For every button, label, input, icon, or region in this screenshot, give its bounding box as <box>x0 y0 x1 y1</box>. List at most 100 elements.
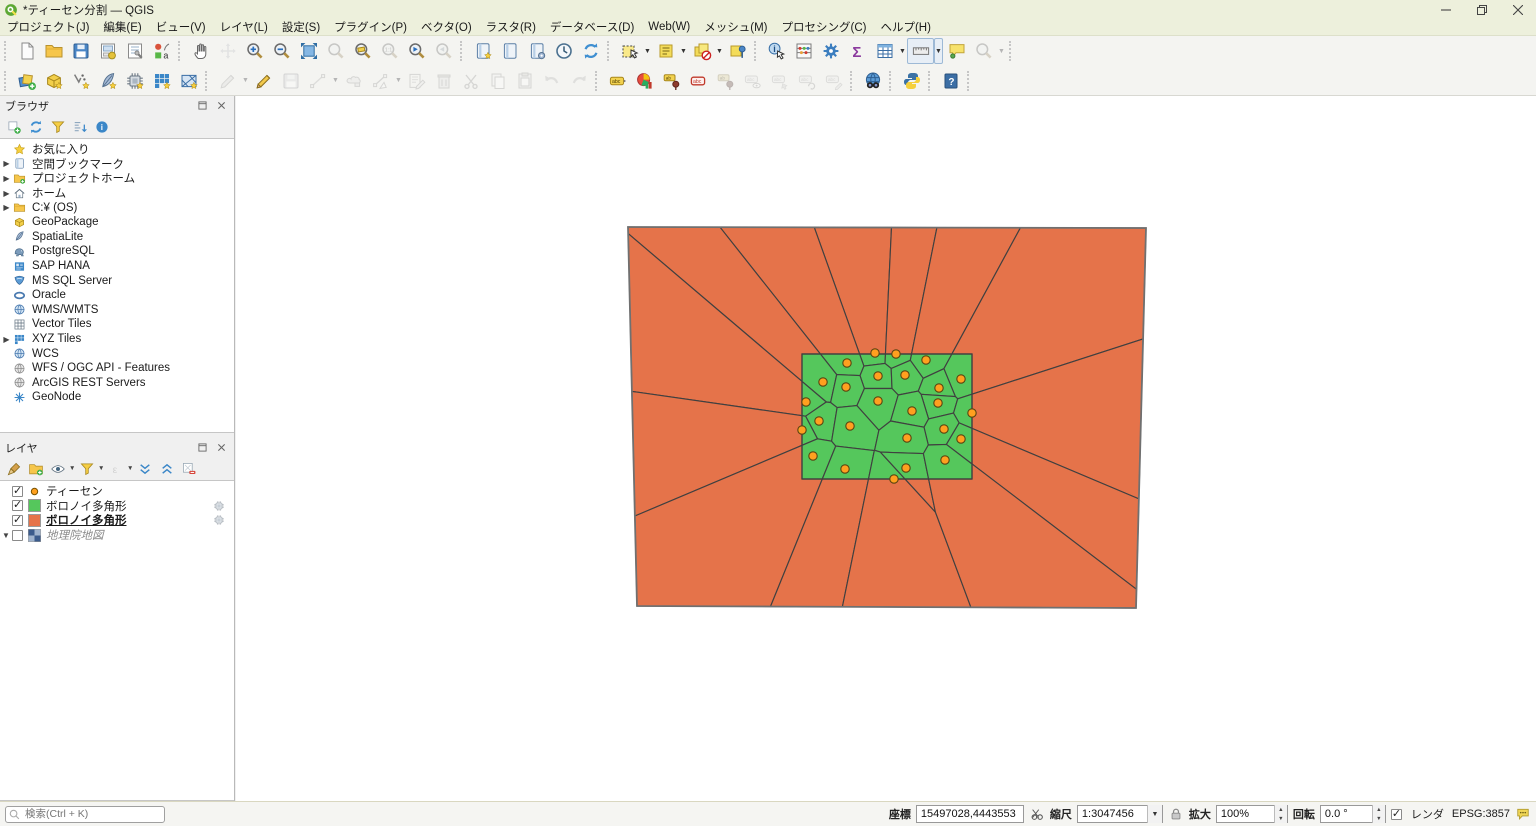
select-features-dropdown-arrow[interactable]: ▼ <box>643 38 652 64</box>
browser-item-geopackage[interactable]: GeoPackage <box>0 215 234 230</box>
menu-web[interactable]: Web(W) <box>641 19 697 35</box>
layer-item-thiessen-points[interactable]: ティーセン <box>0 484 234 499</box>
new-project-button[interactable] <box>13 38 40 64</box>
layer-item-gsi-map[interactable]: ▼地理院地図 <box>0 528 234 543</box>
select-features-button[interactable] <box>616 38 643 64</box>
zoom-last-button[interactable] <box>403 38 430 64</box>
close-button[interactable] <box>1500 0 1536 19</box>
browser-item-c-drive[interactable]: ▶C:¥ (OS) <box>0 200 234 215</box>
pin-labels-button[interactable]: ab <box>658 68 685 94</box>
layer-visibility-checkbox[interactable] <box>12 486 23 497</box>
pan-map-button[interactable] <box>187 38 214 64</box>
menu-plugins[interactable]: プラグイン(P) <box>327 19 414 35</box>
toolbar-handle[interactable] <box>607 41 612 61</box>
scale-dropdown-arrow[interactable]: ▼ <box>1147 805 1162 823</box>
statistics-abacus-button[interactable] <box>790 38 817 64</box>
toolbar-handle[interactable] <box>850 71 855 91</box>
expand-all-button[interactable] <box>134 458 156 479</box>
manage-map-themes-dropdown-arrow[interactable]: ▼ <box>69 465 76 472</box>
browser-item-postgresql[interactable]: PostgreSQL <box>0 244 234 259</box>
menu-help[interactable]: ヘルプ(H) <box>873 19 937 35</box>
select-by-form-button[interactable] <box>652 38 679 64</box>
style-manager-button[interactable]: a <box>148 38 175 64</box>
messages-icon[interactable] <box>1515 806 1531 822</box>
render-toggle[interactable]: レンダ <box>1391 806 1444 822</box>
memory-layer-indicator-icon[interactable] <box>212 500 226 512</box>
extent-toggle-icon[interactable] <box>1029 806 1045 822</box>
refresh-map-button[interactable] <box>577 38 604 64</box>
python-console-button[interactable] <box>898 68 925 94</box>
add-group-button[interactable] <box>25 458 47 479</box>
metasearch-button[interactable] <box>859 68 886 94</box>
new-print-layout-button[interactable] <box>94 38 121 64</box>
layer-expand-arrow-icon[interactable]: ▼ <box>0 531 12 540</box>
filter-browser-button[interactable] <box>47 116 69 137</box>
toolbar-handle[interactable] <box>754 41 759 61</box>
menu-layer[interactable]: レイヤ(L) <box>213 19 275 35</box>
lock-scale-icon[interactable] <box>1168 806 1184 822</box>
toolbar-handle[interactable] <box>1009 41 1014 61</box>
browser-item-arcgis-rest[interactable]: ArcGIS REST Servers <box>0 376 234 391</box>
magnifier-input[interactable] <box>1217 806 1274 822</box>
layer-visibility-checkbox[interactable] <box>12 515 23 526</box>
deselect-features-button[interactable] <box>688 38 715 64</box>
browser-item-home[interactable]: ▶ホーム <box>0 186 234 201</box>
browser-item-wms-wmts[interactable]: WMS/WMTS <box>0 303 234 318</box>
expand-arrow-icon[interactable]: ▶ <box>0 189 13 198</box>
new-spatial-bookmark-button[interactable] <box>469 38 496 64</box>
manage-map-themes-button[interactable] <box>47 458 69 479</box>
open-project-button[interactable] <box>40 38 67 64</box>
browser-item-spatialite[interactable]: SpatiaLite <box>0 230 234 245</box>
menu-project[interactable]: プロジェクト(J) <box>0 19 96 35</box>
zoom-to-layer-button[interactable] <box>349 38 376 64</box>
remove-layer-button[interactable] <box>178 458 200 479</box>
browser-item-wfs-ogc-api[interactable]: WFS / OGC API - Features <box>0 361 234 376</box>
show-spatial-bookmarks-button[interactable] <box>496 38 523 64</box>
toolbar-handle[interactable] <box>595 71 600 91</box>
new-shapefile-layer-button[interactable] <box>67 68 94 94</box>
layer-visibility-checkbox[interactable] <box>12 500 23 511</box>
new-spatialite-layer-button[interactable] <box>94 68 121 94</box>
menu-view[interactable]: ビュー(V) <box>149 19 213 35</box>
layout-manager-button[interactable] <box>121 38 148 64</box>
new-mesh-layer-button[interactable] <box>175 68 202 94</box>
layers-close-button[interactable] <box>214 440 229 455</box>
browser-float-button[interactable] <box>195 98 210 113</box>
expand-arrow-icon[interactable]: ▶ <box>0 159 13 168</box>
layer-visibility-checkbox[interactable] <box>12 530 23 541</box>
browser-item-spatial-bookmarks[interactable]: ▶空間ブックマーク <box>0 157 234 172</box>
layer-item-voronoi-polygons-green[interactable]: ボロノイ多角形 <box>0 499 234 514</box>
add-selected-layers-button[interactable] <box>3 116 25 137</box>
collapse-all-browser-button[interactable] <box>69 116 91 137</box>
menu-vector[interactable]: ベクタ(O) <box>414 19 479 35</box>
toolbar-handle[interactable] <box>460 41 465 61</box>
measure-dropdown-arrow[interactable]: ▼ <box>934 38 943 64</box>
new-temporary-scratch-layer-button[interactable] <box>121 68 148 94</box>
layer-item-voronoi-polygons-orange[interactable]: ボロノイ多角形 <box>0 513 234 528</box>
zoom-full-button[interactable] <box>295 38 322 64</box>
render-checkbox[interactable] <box>1391 809 1402 820</box>
menu-raster[interactable]: ラスタ(R) <box>479 19 543 35</box>
deselect-features-dropdown-arrow[interactable]: ▼ <box>715 38 724 64</box>
highlight-labels-button[interactable]: abc <box>685 68 712 94</box>
new-geopackage-layer-button[interactable] <box>40 68 67 94</box>
filter-legend-button[interactable] <box>76 458 98 479</box>
browser-item-geonode[interactable]: GeoNode <box>0 390 234 405</box>
browser-item-project-home[interactable]: ▶プロジェクトホーム <box>0 171 234 186</box>
open-layer-styling-button[interactable] <box>3 458 25 479</box>
new-virtual-layer-button[interactable] <box>148 68 175 94</box>
coordinate-input[interactable] <box>917 806 1023 822</box>
browser-item-xyz-tiles[interactable]: ▶XYZ Tiles <box>0 332 234 347</box>
browser-item-wcs[interactable]: WCS <box>0 346 234 361</box>
toolbar-handle[interactable] <box>889 71 894 91</box>
expand-arrow-icon[interactable]: ▶ <box>0 203 13 212</box>
temporal-controller-button[interactable] <box>550 38 577 64</box>
browser-item-sap-hana[interactable]: SAP HANA <box>0 259 234 274</box>
expand-arrow-icon[interactable]: ▶ <box>0 174 13 183</box>
browser-properties-button[interactable]: i <box>91 116 113 137</box>
minimize-button[interactable] <box>1428 0 1464 19</box>
menu-database[interactable]: データベース(D) <box>543 19 641 35</box>
refresh-browser-button[interactable] <box>25 116 47 137</box>
toolbar-handle[interactable] <box>178 41 183 61</box>
layer-labeling-button[interactable]: abc <box>604 68 631 94</box>
